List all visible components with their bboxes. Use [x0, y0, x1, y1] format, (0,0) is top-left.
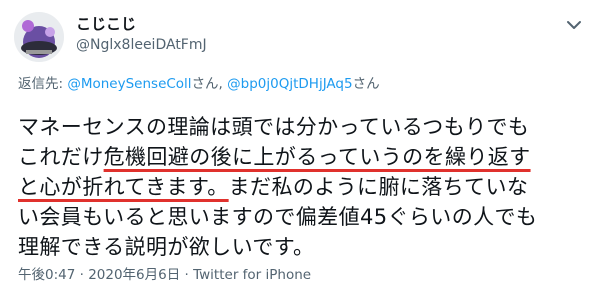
tweet-segment: まだ私のように腑に落ちていな	[228, 175, 529, 199]
meta-separator: ·	[75, 267, 89, 283]
reply-to: 返信先: @MoneySenseCollさん, @bp0j0QjtDHjJAq5…	[18, 74, 380, 94]
tweet-line: マネーセンスの理論は頭では分かっているつもりでも	[18, 115, 530, 139]
underlined-segment: と心が折れてきます。	[18, 175, 229, 199]
tweet-line: 理解できる説明が欲しいです。	[18, 235, 315, 259]
display-name[interactable]: こじこじ	[76, 14, 136, 34]
tweet-time[interactable]: 午後0:47	[18, 267, 75, 283]
tweet-line: い会員もいると思いますので偏差値45ぐらいの人でも	[18, 205, 538, 229]
tweet-segment: これだけ	[18, 145, 104, 169]
reply-prefix: 返信先:	[18, 76, 68, 92]
tweet-line: と心が折れてきます。まだ私のように腑に落ちていな	[18, 172, 588, 202]
tweet-text: マネーセンスの理論は頭では分かっているつもりでも これだけ危機回避の後に上がるっ…	[18, 112, 588, 262]
mention-link[interactable]: @bp0j0QjtDHjJAq5	[227, 76, 352, 92]
tweet-date[interactable]: 2020年6月6日	[88, 267, 180, 283]
mention-suffix: さん	[352, 76, 380, 92]
mention-link[interactable]: @MoneySenseColl	[67, 76, 191, 92]
meta-separator: ·	[180, 267, 194, 283]
underlined-segment: 危機回避の後に上がるっていうのを繰り返す	[103, 145, 531, 169]
mention-suffix: さん,	[191, 76, 228, 92]
avatar-image	[14, 12, 64, 62]
chevron-down-icon[interactable]	[563, 14, 585, 36]
tweet-meta: 午後0:47 · 2020年6月6日 · Twitter for iPhone	[18, 265, 311, 285]
user-handle[interactable]: @Nglx8leeiDAtFmJ	[76, 35, 207, 55]
tweet-line: これだけ危機回避の後に上がるっていうのを繰り返す	[18, 142, 588, 172]
tweet-client[interactable]: Twitter for iPhone	[193, 267, 311, 283]
avatar[interactable]	[14, 12, 64, 62]
